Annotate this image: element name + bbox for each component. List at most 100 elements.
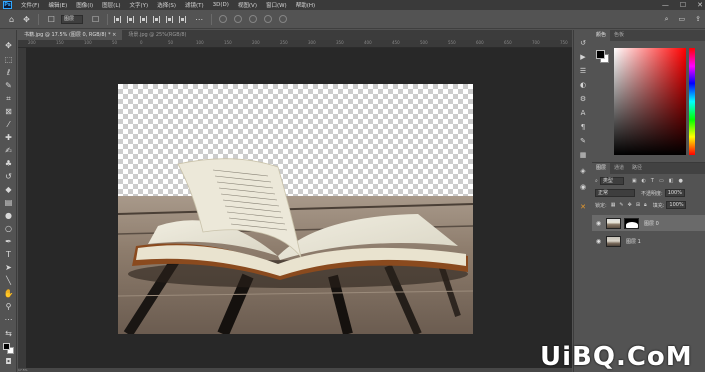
opacity-input[interactable]: 100% xyxy=(664,189,685,197)
frame-tool-icon[interactable]: ⊠ xyxy=(2,106,15,117)
healing-brush-tool-icon[interactable]: ✚ xyxy=(2,132,15,143)
menu-select[interactable]: 选择(S) xyxy=(157,1,176,9)
more-options-icon[interactable]: ⋯ xyxy=(195,15,203,24)
menu-layer[interactable]: 图层(L) xyxy=(102,1,120,9)
swatches-icon[interactable]: ▦ xyxy=(578,150,588,160)
menu-view[interactable]: 视图(V) xyxy=(238,1,257,9)
blur-tool-icon[interactable]: ● xyxy=(2,210,15,221)
libraries-icon[interactable]: ☰ xyxy=(578,66,588,76)
menu-window[interactable]: 窗口(W) xyxy=(266,1,287,9)
properties-icon[interactable]: ⚙ xyxy=(578,94,588,104)
document-canvas[interactable] xyxy=(118,84,473,334)
pen-tool-icon[interactable]: ✒ xyxy=(2,236,15,247)
dodge-tool-icon[interactable]: ○ xyxy=(2,223,15,234)
history-brush-tool-icon[interactable]: ↺ xyxy=(2,171,15,182)
lock-paint-icon[interactable]: ✎ xyxy=(619,202,623,208)
shape-tool-icon[interactable]: ╲ xyxy=(2,275,15,286)
lock-artboard-icon[interactable]: ⊞ xyxy=(636,202,640,208)
filter-smart-icon[interactable]: ◧ xyxy=(669,178,674,184)
layer-row-0[interactable]: ◉ 图层 0 xyxy=(592,215,705,231)
align-left-icon[interactable] xyxy=(114,15,122,23)
lock-all-icon[interactable]: 🔒︎ xyxy=(644,202,647,208)
3d-orbit-icon[interactable] xyxy=(219,15,228,23)
marquee-tool-icon[interactable]: ⬚ xyxy=(2,54,15,65)
blend-mode-dropdown[interactable]: 正常 xyxy=(595,189,635,197)
home-icon[interactable]: ⌂ xyxy=(9,15,14,24)
align-center-icon[interactable] xyxy=(127,15,135,23)
filter-toggle-icon[interactable]: ● xyxy=(678,178,682,184)
tab-swatches[interactable]: 色板 xyxy=(610,30,628,41)
filter-pixel-icon[interactable]: ▣ xyxy=(632,178,637,184)
3d-pan-icon[interactable] xyxy=(249,15,258,23)
3d-roll-icon[interactable] xyxy=(234,15,243,23)
menu-image[interactable]: 图像(I) xyxy=(76,1,93,9)
auto-select-checkbox[interactable]: ☐ xyxy=(48,15,55,24)
3d-slide-icon[interactable] xyxy=(264,15,273,23)
maximize-button[interactable]: ☐ xyxy=(680,1,686,9)
tools-dock-icon[interactable]: ✕ xyxy=(578,202,588,212)
quick-mask-icon[interactable]: ◘ xyxy=(2,356,15,367)
layers-dock-icon[interactable]: ◈ xyxy=(578,166,588,176)
search-icon[interactable]: ⌕ xyxy=(665,15,669,24)
auto-select-dropdown[interactable]: 图层 xyxy=(60,14,83,24)
filter-shape-icon[interactable]: ▭ xyxy=(659,178,664,184)
menu-help[interactable]: 帮助(H) xyxy=(296,1,315,9)
quick-select-tool-icon[interactable]: ✎ xyxy=(2,80,15,91)
align-middle-icon[interactable] xyxy=(166,15,174,23)
filter-type-icon[interactable]: T xyxy=(651,178,654,184)
document-tab-book[interactable]: 书籍.jpg @ 17.5% (图层 0, RGB/8) * × xyxy=(18,30,123,40)
history-icon[interactable]: ↺ xyxy=(578,38,588,48)
hand-tool-icon[interactable]: ✋ xyxy=(2,288,15,299)
eyedropper-tool-icon[interactable]: ⁄ xyxy=(2,119,15,130)
layer-row-1[interactable]: ◉ 图层 1 xyxy=(592,233,705,249)
eraser-tool-icon[interactable]: ◆ xyxy=(2,184,15,195)
align-right-icon[interactable] xyxy=(140,15,148,23)
move-tool-icon[interactable]: ✥ xyxy=(23,15,30,24)
character-icon[interactable]: A xyxy=(578,108,588,118)
3d-scale-icon[interactable] xyxy=(279,15,288,23)
move-tool-icon[interactable]: ✥ xyxy=(2,40,15,51)
menu-file[interactable]: 文件(F) xyxy=(21,1,39,9)
fill-input[interactable]: 100% xyxy=(666,201,687,209)
brush-settings-icon[interactable]: ✎ xyxy=(578,136,588,146)
menu-3d[interactable]: 3D(D) xyxy=(213,2,229,8)
align-bottom-icon[interactable] xyxy=(179,15,187,23)
color-picker-field[interactable] xyxy=(614,48,686,155)
transform-controls-checkbox[interactable]: ☐ xyxy=(92,15,99,24)
lasso-tool-icon[interactable]: ℓ xyxy=(2,67,15,78)
tab-channels[interactable]: 通道 xyxy=(610,163,628,174)
share-icon[interactable]: ⇪ xyxy=(695,15,701,24)
close-button[interactable]: ✕ xyxy=(697,1,703,9)
path-selection-tool-icon[interactable]: ➤ xyxy=(2,262,15,273)
gradient-tool-icon[interactable]: ▤ xyxy=(2,197,15,208)
clone-stamp-tool-icon[interactable]: ♣ xyxy=(2,158,15,169)
menu-edit[interactable]: 编辑(E) xyxy=(48,1,67,9)
adjustments-icon[interactable]: ◐ xyxy=(578,80,588,90)
lock-pixels-icon[interactable]: ▦ xyxy=(611,202,616,208)
layer-kind-filter[interactable]: 类型 xyxy=(599,177,624,185)
tab-color[interactable]: 颜色 xyxy=(592,30,611,41)
visibility-eye-icon[interactable]: ◉ xyxy=(594,220,603,227)
channels-dock-icon[interactable]: ◉ xyxy=(578,182,588,192)
crop-tool-icon[interactable]: ⌗ xyxy=(2,93,15,104)
document-tab-scene[interactable]: 场景.jpg @ 25%(RGB/8) xyxy=(122,30,192,40)
hue-slider[interactable] xyxy=(689,48,695,155)
workspace-icon[interactable]: ▭ xyxy=(679,15,686,24)
menu-filter[interactable]: 滤镜(T) xyxy=(185,1,204,9)
align-top-icon[interactable] xyxy=(153,15,161,23)
foreground-color-swatch[interactable] xyxy=(3,343,10,350)
tab-layers[interactable]: 图层 xyxy=(592,163,611,174)
tab-paths[interactable]: 路径 xyxy=(628,163,646,174)
type-tool-icon[interactable]: T xyxy=(2,249,15,260)
brush-tool-icon[interactable]: ✍ xyxy=(2,145,15,156)
foreground-color-chip[interactable] xyxy=(596,50,605,59)
layer-mask-thumbnail[interactable] xyxy=(624,217,639,229)
menu-type[interactable]: 文字(Y) xyxy=(130,1,149,9)
actions-icon[interactable]: ▶ xyxy=(578,52,588,62)
zoom-tool-icon[interactable]: ⚲ xyxy=(2,301,15,312)
swap-colors-icon[interactable]: ⇆ xyxy=(2,328,15,339)
edit-toolbar-icon[interactable]: ⋯ xyxy=(2,314,15,325)
visibility-eye-icon[interactable]: ◉ xyxy=(594,238,603,245)
filter-adjust-icon[interactable]: ◐ xyxy=(642,178,646,184)
lock-position-icon[interactable]: ✥ xyxy=(628,202,632,208)
